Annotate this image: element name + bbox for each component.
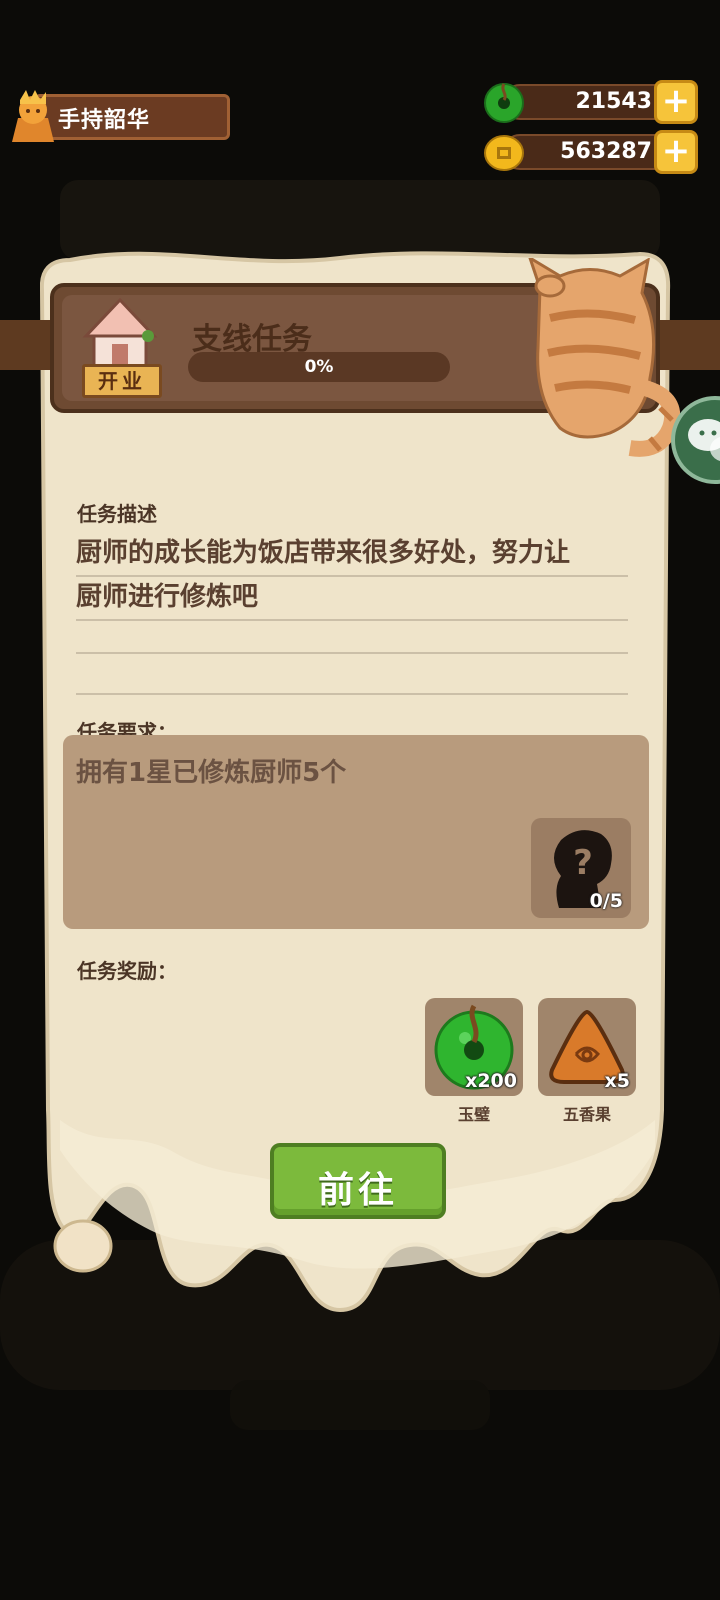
coin-amount: 563287 [560, 139, 652, 164]
svg-text:?: ? [573, 843, 593, 883]
player-name: 手持韶华 [58, 108, 151, 133]
coin-icon [484, 135, 524, 171]
reward-qty: x200 [465, 1070, 517, 1092]
go-button[interactable]: 前往 [270, 1143, 446, 1219]
description-line-2: 厨师进行修炼吧 [76, 576, 628, 621]
add-coin-button[interactable]: + [654, 130, 698, 174]
reward-item-jade[interactable]: x200 [425, 998, 523, 1096]
task-progress-bar: 0% [188, 352, 450, 382]
requirement-text: 拥有1星已修炼厨师5个 [76, 758, 347, 788]
background-counter [60, 180, 660, 260]
shop-tent-icon [82, 297, 158, 368]
reward-name: 五香果 [562, 1105, 611, 1124]
description-rule [76, 652, 628, 654]
description-label: 任务描述 [77, 502, 157, 526]
player-badge[interactable]: 手持韶华 [8, 88, 230, 146]
jade-amount: 21543 [575, 89, 652, 114]
task-progress-text: 0% [304, 357, 334, 377]
reward-name: 玉璧 [457, 1105, 490, 1124]
reward-label: 任务奖励： [77, 959, 177, 983]
description-rule [76, 693, 628, 695]
requirement-progress: 0/5 [589, 890, 623, 912]
dough-ball-icon [53, 1219, 113, 1273]
jade-currency: 21543 + [482, 80, 698, 124]
cat-mascot-icon [528, 258, 680, 457]
game-screen: 手持韶华 21543 + 563287 + 开业 支线任务 0% 任务描述 厨师… [0, 0, 720, 1600]
coin-currency: 563287 + [482, 130, 698, 174]
reward-item-five-spice-fruit[interactable]: x5 [538, 998, 636, 1096]
jade-icon [484, 83, 524, 123]
player-avatar-icon [12, 90, 54, 142]
background-bench [230, 1380, 490, 1430]
shop-open-tag: 开业 [82, 364, 162, 398]
chat-icon[interactable] [670, 395, 720, 485]
description-line-1: 厨师的成长能为饭店带来很多好处，努力让 [76, 532, 628, 577]
add-jade-button[interactable]: + [654, 80, 698, 124]
go-button-label: 前往 [317, 1170, 398, 1211]
reward-qty: x5 [604, 1070, 630, 1092]
unknown-chef-slot[interactable]: ? 0/5 [531, 818, 631, 918]
